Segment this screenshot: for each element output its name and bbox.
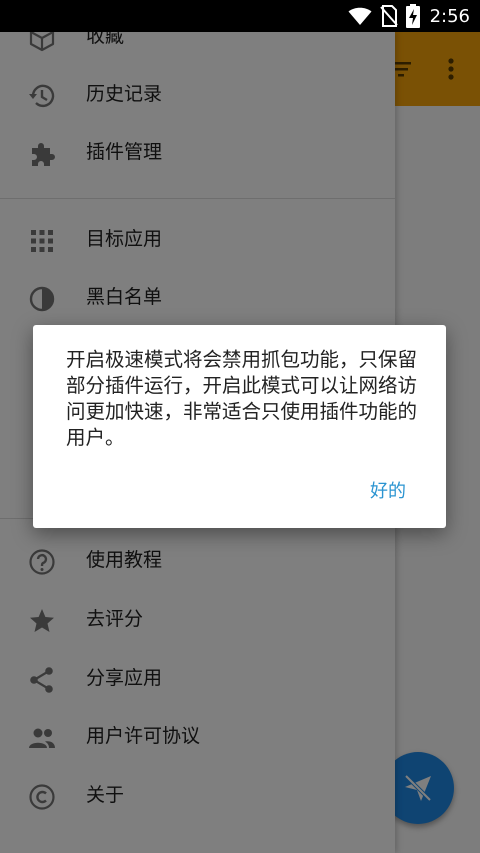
status-time: 2:56 [429,5,470,27]
battery-charging-icon [405,4,420,28]
dialog-message: 开启极速模式将会禁用抓包功能，只保留部分插件运行，开启此模式可以让网络访问更加快… [66,348,418,449]
status-icons: 2:56 [348,0,470,32]
status-bar: 2:56 [0,0,480,32]
speed-mode-dialog: 开启极速模式将会禁用抓包功能，只保留部分插件运行，开启此模式可以让网络访问更加快… [33,325,446,528]
ok-button[interactable]: 好的 [370,477,406,503]
wifi-icon [348,7,372,25]
no-sim-icon [379,5,398,27]
